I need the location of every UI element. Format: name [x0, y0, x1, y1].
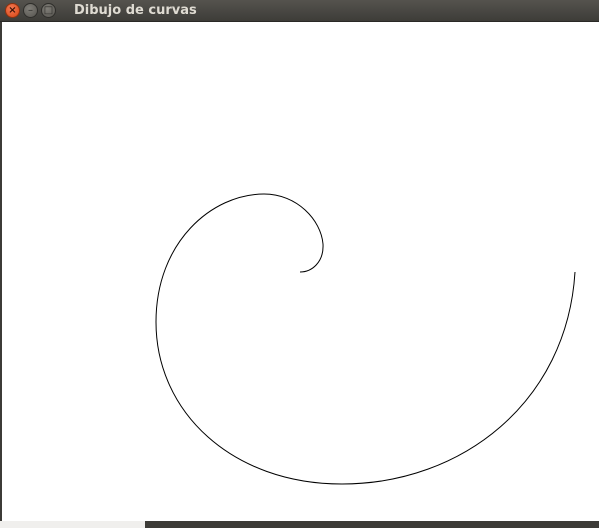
- drawing-canvas[interactable]: [2, 22, 599, 521]
- curve-drawing: [155, 193, 576, 485]
- close-icon[interactable]: ×: [5, 3, 20, 18]
- window-controls: × – □: [5, 3, 56, 19]
- window-title: Dibujo de curvas: [74, 3, 197, 18]
- bottom-strip: [0, 521, 145, 528]
- minimize-icon[interactable]: –: [23, 3, 38, 18]
- spiral-curve: [155, 193, 576, 485]
- title-bar[interactable]: × – □ Dibujo de curvas: [0, 0, 599, 22]
- application-window: × – □ Dibujo de curvas: [0, 0, 599, 528]
- maximize-icon[interactable]: □: [41, 3, 56, 18]
